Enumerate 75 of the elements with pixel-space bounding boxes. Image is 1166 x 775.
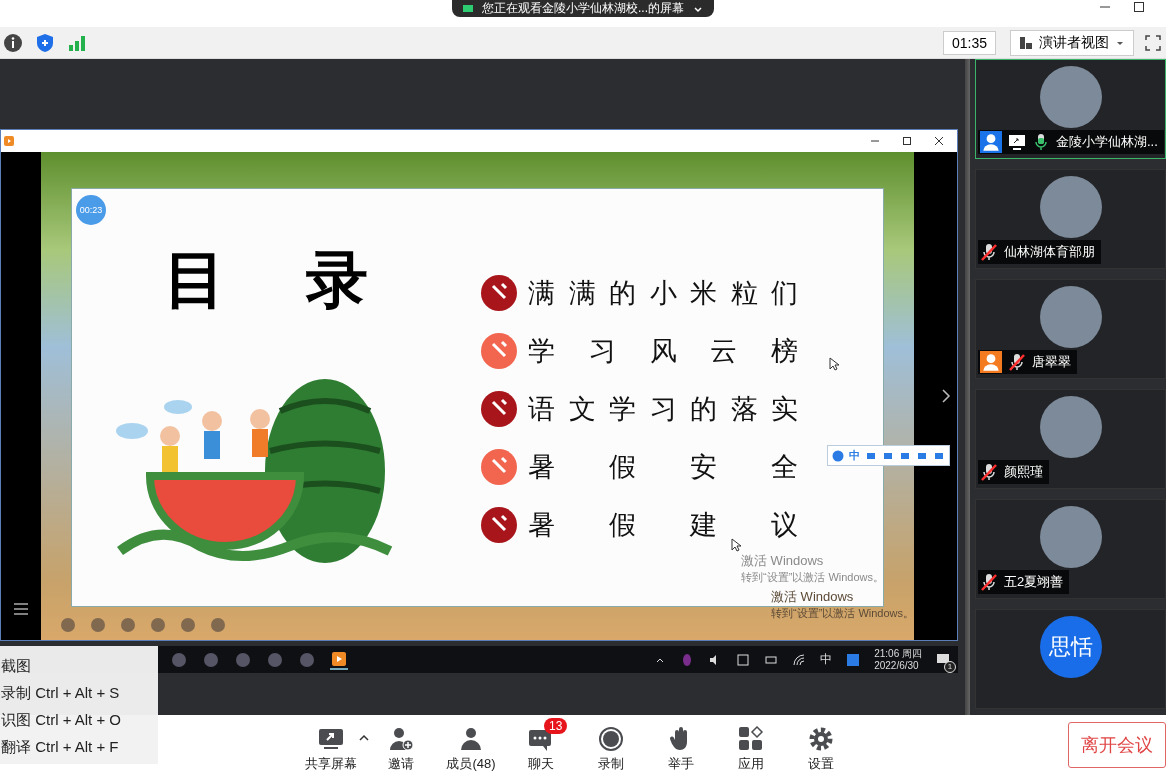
banner-text: 您正在观看金陵小学仙林湖校...的屏幕: [482, 0, 684, 17]
record-icon: [598, 725, 624, 752]
ime-mode[interactable]: 中: [849, 448, 860, 463]
info-icon[interactable]: [2, 31, 24, 54]
activation-watermark: 激活 Windows: [741, 552, 824, 570]
activation-hint: 转到“设置”以激活 Windows。: [741, 570, 884, 585]
menu-item[interactable]: 录制 Ctrl + Alt + S: [0, 679, 158, 706]
apps-icon: [738, 725, 764, 752]
leave-meeting-button[interactable]: 离开会议: [1068, 722, 1166, 768]
screen-icon: [462, 2, 474, 15]
people-icon: [458, 725, 484, 752]
slide-control-icon[interactable]: [209, 616, 227, 634]
participant-name: 颜熙瑾: [1004, 463, 1043, 481]
participant-name: 唐翠翠: [1032, 353, 1071, 371]
maximize-icon[interactable]: [901, 135, 913, 147]
taskbar-time: 21:06 周四: [874, 647, 922, 660]
app-icon[interactable]: [202, 650, 220, 669]
unread-badge: 13: [544, 717, 568, 734]
participant-name: 五2夏翊善: [1004, 573, 1064, 591]
menu-item[interactable]: 翻译 Ctrl + Alt + F: [0, 733, 158, 760]
player-icon[interactable]: [330, 649, 348, 670]
splitter-handle[interactable]: [965, 59, 970, 715]
input-method[interactable]: 中: [820, 651, 833, 668]
contents-item: 满满的小米粒们: [528, 276, 798, 310]
shield-icon[interactable]: [34, 31, 56, 54]
contents-item: 暑假建议: [528, 508, 798, 542]
settings-button[interactable]: 设置: [786, 717, 856, 773]
participant-name: 仙林湖体育部朋: [1004, 243, 1095, 261]
chat-button[interactable]: 聊天 13: [506, 717, 576, 773]
cursor-icon: [829, 357, 839, 371]
share-button[interactable]: 共享屏幕: [296, 717, 366, 773]
settings-icon: [808, 725, 834, 752]
participant-tile[interactable]: 唐翠翠: [975, 279, 1166, 379]
activation-hint: 转到“设置”以激活 Windows。: [771, 606, 914, 621]
contents-item: 暑假安全: [528, 450, 798, 484]
slide-timer: 00:23: [76, 195, 106, 225]
members-button[interactable]: 成员(48): [436, 717, 506, 773]
close-icon[interactable]: [933, 135, 945, 147]
hand-button[interactable]: 举手: [646, 717, 716, 773]
add-person-icon: [388, 725, 414, 752]
app-icon[interactable]: [266, 650, 284, 669]
fullscreen-icon[interactable]: [1144, 33, 1162, 52]
participant-name: 金陵小学仙林湖...: [1056, 133, 1158, 151]
invite-button[interactable]: 邀请: [366, 717, 436, 773]
apps-button[interactable]: 应用: [716, 717, 786, 773]
taskbar-date: 2022/6/30: [874, 659, 920, 672]
wifi-icon[interactable]: [792, 652, 807, 667]
layout-icon: [1019, 35, 1033, 50]
contents-item: 语文学习的落实: [528, 392, 798, 426]
slide-control-icon[interactable]: [119, 616, 137, 634]
record-button[interactable]: 录制: [576, 717, 646, 773]
view-dropdown[interactable]: 演讲者视图: [1010, 29, 1134, 56]
meeting-timer: 01:35: [942, 30, 996, 55]
app-icon[interactable]: [170, 650, 188, 669]
menu-item[interactable]: 截图: [0, 652, 158, 679]
tray-icon[interactable]: [736, 652, 751, 667]
slide-control-icon[interactable]: [89, 616, 107, 634]
contents-item: 学习风云榜: [528, 334, 798, 368]
initials-avatar: 思恬: [1039, 616, 1102, 678]
participant-tile[interactable]: 五2夏翊善: [975, 499, 1166, 599]
participant-tile[interactable]: 颜熙瑾: [975, 389, 1166, 489]
app-icon[interactable]: [298, 650, 316, 669]
activation-watermark: 激活 Windows: [771, 588, 854, 606]
slide-title: 目录: [164, 249, 448, 311]
participant-tile[interactable]: 金陵小学仙林湖...: [975, 59, 1166, 159]
app-icon[interactable]: [234, 650, 252, 669]
participant-tile[interactable]: 思恬: [975, 609, 1166, 709]
cursor-icon: [731, 538, 741, 552]
slide-control-icon[interactable]: [179, 616, 197, 634]
slide-control-icon[interactable]: [149, 616, 167, 634]
menu-item[interactable]: 识图 Ctrl + Alt + O: [0, 706, 158, 733]
participant-tile[interactable]: 仙林湖体育部朋: [975, 169, 1166, 269]
maximize-icon[interactable]: [1132, 0, 1146, 14]
slide-control-icon[interactable]: [59, 616, 77, 634]
list-icon[interactable]: [12, 600, 30, 618]
